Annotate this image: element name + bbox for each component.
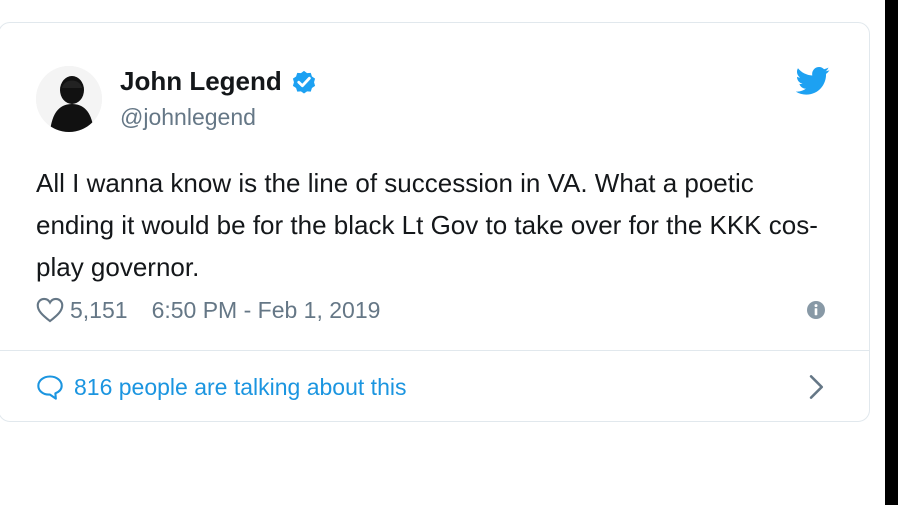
like-count[interactable]: 5,151: [70, 297, 128, 324]
tweet-text: All I wanna know is the line of successi…: [36, 168, 818, 282]
tweet-timestamp[interactable]: 6:50 PM - Feb 1, 2019: [152, 297, 381, 324]
tweet-meta-row: 5,151 6:50 PM - Feb 1, 2019: [36, 294, 380, 326]
conversation-link-label[interactable]: 816 people are talking about this: [74, 374, 406, 401]
author-name-row[interactable]: John Legend: [120, 66, 318, 97]
info-icon[interactable]: [806, 300, 826, 320]
avatar-silhouette: [36, 66, 102, 132]
author-name[interactable]: John Legend: [120, 66, 282, 97]
page-edge-bar: [885, 0, 898, 505]
heart-icon[interactable]: [36, 297, 64, 323]
avatar[interactable]: [36, 66, 102, 132]
twitter-bird-icon[interactable]: [796, 66, 830, 96]
speech-bubble-icon: [37, 375, 63, 400]
chevron-right-icon[interactable]: [808, 374, 826, 400]
author-handle[interactable]: @johnlegend: [120, 104, 256, 131]
conversation-link[interactable]: 816 people are talking about this: [36, 370, 406, 404]
card-divider: [0, 350, 870, 351]
verified-badge-icon: [292, 70, 315, 94]
